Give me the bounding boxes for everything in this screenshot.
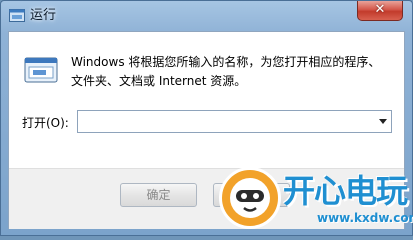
watermark-brand: 开心电玩 [283,172,408,210]
window-title: 运行 [30,8,57,23]
title-bar[interactable]: 运行 ✕ [1,1,412,31]
ok-button[interactable]: 确定 [120,183,197,207]
run-dialog-icon [24,56,58,86]
open-combobox[interactable] [77,110,392,133]
dialog-message: Windows 将根据您所输入的名称，为您打开相应的程序、文件夹、文档或 Int… [71,55,381,88]
run-app-icon [9,8,25,22]
watermark-url: www.kxdw.com [317,211,413,225]
close-button[interactable]: ✕ [357,1,403,21]
dropdown-arrow-icon[interactable] [379,119,387,124]
watermark-logo: 开心电玩 www.kxdw.com [219,161,413,237]
run-dialog-window: 运行 ✕ Windows 将根据您所输入的名称，为您打开相应的程序、文件夹、文档… [0,0,413,236]
mascot-icon [219,167,281,229]
open-label: 打开(O): [22,116,69,130]
